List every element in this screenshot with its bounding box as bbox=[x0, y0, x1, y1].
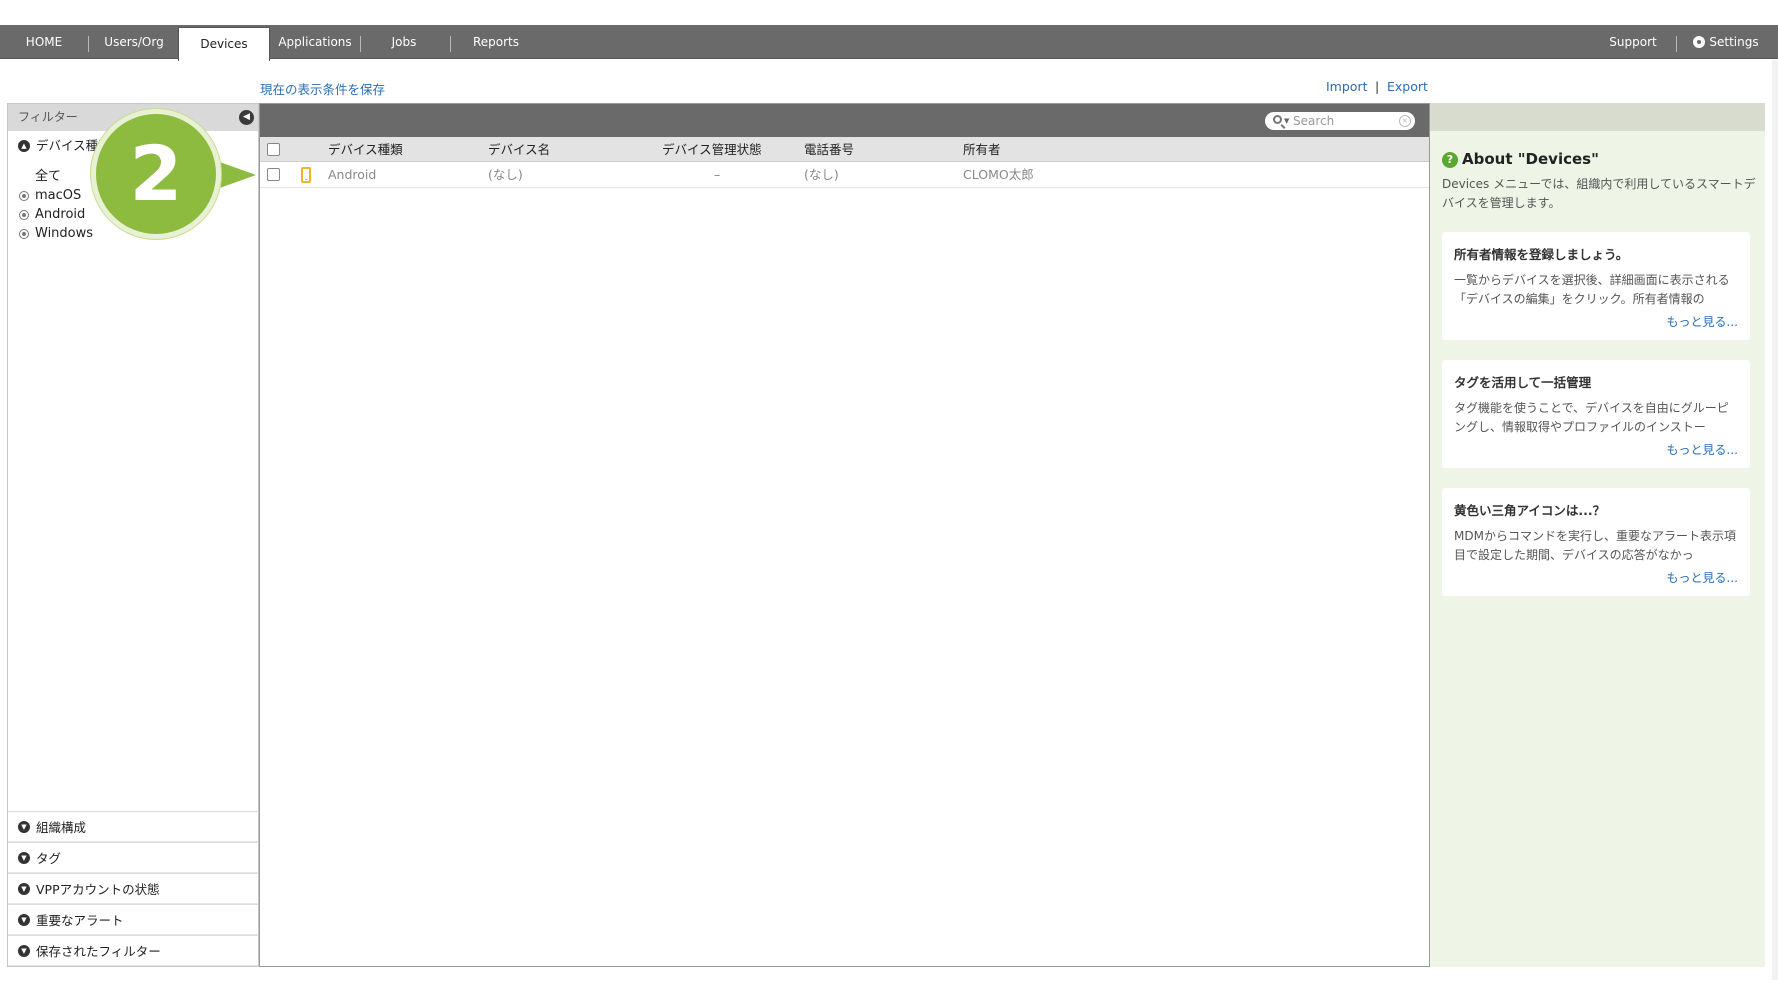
column-owner[interactable]: 所有者 bbox=[963, 137, 1001, 162]
help-title: ? About "Devices" bbox=[1442, 150, 1599, 168]
help-title-text: About "Devices" bbox=[1462, 150, 1599, 168]
tab-reports[interactable]: Reports bbox=[456, 25, 536, 59]
chevron-down-icon: ▼ bbox=[18, 883, 30, 895]
top-nav: HOME Users/Org Devices Applications Jobs… bbox=[0, 25, 1778, 61]
android-device-icon bbox=[301, 167, 311, 183]
filter-header-label: フィルター bbox=[18, 110, 78, 124]
section-label: タグ bbox=[36, 851, 62, 866]
column-management-status[interactable]: デバイス管理状態 bbox=[662, 137, 762, 162]
column-phone-number[interactable]: 電話番号 bbox=[804, 137, 854, 162]
cell-management-status: – bbox=[714, 167, 721, 182]
export-link[interactable]: Export bbox=[1387, 79, 1428, 94]
collapse-sidebar-icon[interactable]: ◀ bbox=[239, 110, 254, 125]
section-label: VPPアカウントの状態 bbox=[36, 882, 160, 897]
radio-icon bbox=[19, 191, 29, 201]
tab-devices[interactable]: Devices bbox=[178, 27, 270, 61]
section-label: 重要なアラート bbox=[36, 913, 124, 928]
tip-body: タグ機能を使うことで、デバイスを自由にグルーピングし、情報取得やプロファイルのイ… bbox=[1454, 401, 1729, 434]
tab-applications[interactable]: Applications bbox=[272, 25, 358, 59]
read-more-link[interactable]: もっと見る... bbox=[1667, 441, 1738, 458]
nav-divider bbox=[360, 36, 361, 52]
chevron-down-icon: ▼ bbox=[18, 852, 30, 864]
search-dropdown-icon[interactable]: ▼ bbox=[1284, 112, 1289, 130]
window-edge bbox=[1772, 60, 1778, 980]
tip-body: MDMからコマンドを実行し、重要なアラート表示項目で設定した期間、デバイスの応答… bbox=[1454, 529, 1736, 562]
section-label: 組織構成 bbox=[36, 820, 87, 835]
nav-divider bbox=[450, 36, 451, 52]
section-vpp-account-status[interactable]: ▼ VPPアカウントの状態 bbox=[8, 873, 258, 904]
search-input[interactable]: ▼ Search × bbox=[1265, 112, 1415, 130]
chevron-down-icon: ▼ bbox=[18, 945, 30, 957]
help-panel: ? About "Devices" Devices メニューでは、組織内で利用して… bbox=[1430, 103, 1765, 967]
search-placeholder: Search bbox=[1293, 114, 1335, 128]
section-critical-alerts[interactable]: ▼ 重要なアラート bbox=[8, 904, 258, 935]
radio-icon bbox=[19, 210, 29, 220]
clear-search-icon[interactable]: × bbox=[1399, 115, 1411, 127]
tab-jobs[interactable]: Jobs bbox=[364, 25, 444, 59]
section-label: 保存されたフィルター bbox=[36, 944, 161, 959]
tip-title: 所有者情報を登録しましょう。 bbox=[1454, 247, 1629, 262]
search-icon bbox=[1273, 115, 1282, 124]
settings-label: Settings bbox=[1709, 35, 1759, 49]
device-type-label: 全て bbox=[35, 169, 62, 184]
device-type-label: macOS bbox=[35, 188, 82, 203]
column-device-name[interactable]: デバイス名 bbox=[488, 137, 550, 162]
cell-device-name: (なし) bbox=[488, 167, 523, 182]
help-panel-top-bar bbox=[1430, 103, 1765, 131]
section-saved-filters[interactable]: ▼ 保存されたフィルター bbox=[8, 935, 258, 966]
tip-body: 一覧からデバイスを選択後、詳細画面に表示される「デバイスの編集」をクリック。所有… bbox=[1454, 273, 1730, 306]
read-more-link[interactable]: もっと見る... bbox=[1667, 569, 1738, 586]
tab-home[interactable]: HOME bbox=[4, 25, 84, 59]
step-badge-number: 2 bbox=[129, 129, 183, 218]
chevron-up-icon: ▲ bbox=[18, 140, 30, 152]
tip-title: タグを活用して一括管理 bbox=[1454, 375, 1592, 390]
gear-icon bbox=[1693, 36, 1706, 48]
device-type-label: Android bbox=[35, 207, 86, 222]
filter-sections: ▼ 組織構成 ▼ タグ ▼ VPPアカウントの状態 ▼ 重要なアラート ▼ 保存されたフィ… bbox=[8, 811, 258, 966]
device-type-label: Windows bbox=[35, 226, 94, 241]
import-link[interactable]: Import bbox=[1326, 79, 1368, 94]
tab-users-org[interactable]: Users/Org bbox=[92, 25, 176, 59]
select-all-checkbox[interactable] bbox=[267, 143, 280, 156]
table-header: デバイス種類 デバイス名 デバイス管理状態 電話番号 所有者 bbox=[260, 137, 1429, 162]
table-toolbar: ▼ Search × bbox=[260, 104, 1429, 137]
chevron-down-icon: ▼ bbox=[18, 821, 30, 833]
support-link[interactable]: Support bbox=[1592, 25, 1674, 59]
nav-divider bbox=[88, 36, 89, 52]
section-tags[interactable]: ▼ タグ bbox=[8, 842, 258, 873]
tip-card: 所有者情報を登録しましょう。 一覧からデバイスを選択後、詳細画面に表示される「デ… bbox=[1442, 232, 1750, 340]
radio-icon bbox=[19, 229, 29, 239]
column-device-type[interactable]: デバイス種類 bbox=[328, 137, 403, 162]
tip-card: タグを活用して一括管理 タグ機能を使うことで、デバイスを自由にグルーピングし、情… bbox=[1442, 360, 1750, 468]
chevron-down-icon: ▼ bbox=[18, 914, 30, 926]
device-table-panel: ▼ Search × デバイス種類 デバイス名 デバイス管理状態 電話番号 所有… bbox=[259, 103, 1430, 967]
settings-link[interactable]: Settings bbox=[1684, 25, 1768, 59]
read-more-link[interactable]: もっと見る... bbox=[1667, 313, 1738, 330]
table-row[interactable]: Android (なし) – (なし) CLOMO太郎 bbox=[260, 162, 1429, 188]
help-icon: ? bbox=[1442, 152, 1458, 168]
cell-phone-number: (なし) bbox=[804, 167, 839, 182]
link-separator: | bbox=[1375, 79, 1380, 94]
help-description: Devices メニューでは、組織内で利用しているスマートデバイスを管理します。 bbox=[1442, 177, 1756, 210]
cell-owner: CLOMO太郎 bbox=[963, 167, 1034, 182]
tip-card: 黄色い三角アイコンは...？ MDMからコマンドを実行し、重要なアラート表示項目… bbox=[1442, 488, 1750, 596]
nav-divider bbox=[1676, 36, 1677, 52]
cell-device-type: Android bbox=[328, 167, 377, 182]
section-org-structure[interactable]: ▼ 組織構成 bbox=[8, 811, 258, 842]
row-checkbox[interactable] bbox=[267, 168, 280, 181]
save-view-conditions-link[interactable]: 現在の表示条件を保存 bbox=[260, 79, 385, 98]
tip-title: 黄色い三角アイコンは...？ bbox=[1454, 503, 1606, 518]
